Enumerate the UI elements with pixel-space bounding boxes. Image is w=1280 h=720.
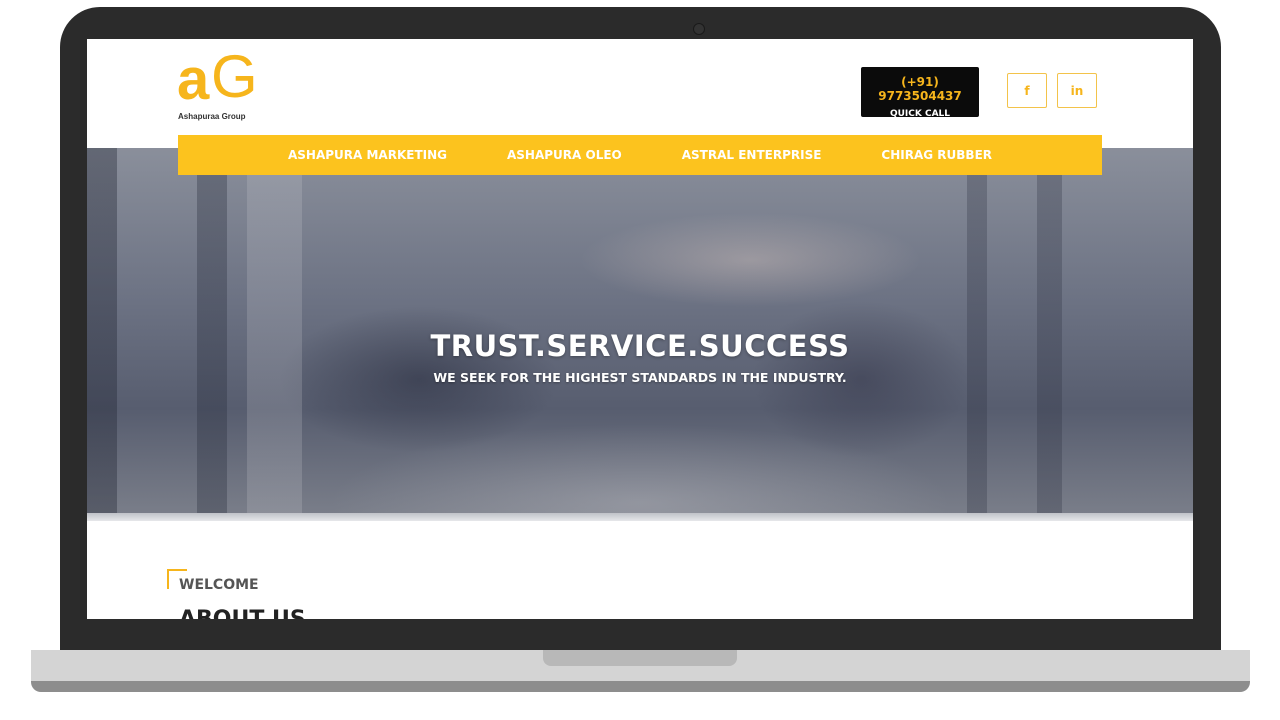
about-heading: ABOUT US	[179, 607, 306, 619]
nav-item-astral-enterprise[interactable]: ASTRAL ENTERPRISE	[652, 148, 852, 162]
hero-title: TRUST.SERVICE.SUCCESS	[430, 329, 850, 363]
website-screen: a G Ashapuraa Group (+91) 9773504437 QUI…	[87, 39, 1193, 619]
ashapuraa-logo[interactable]: a G Ashapuraa Group	[177, 47, 267, 125]
logo-mark-g: G	[211, 43, 258, 110]
hero-subtitle: WE SEEK FOR THE HIGHEST STANDARDS IN THE…	[433, 370, 847, 385]
quick-call-button[interactable]: (+91) 9773504437 QUICK CALL	[861, 67, 979, 119]
nav-item-chirag-rubber[interactable]: CHIRAG RUBBER	[851, 148, 1022, 162]
laptop-base-edge	[31, 681, 1250, 692]
quick-call-label: QUICK CALL	[889, 109, 951, 119]
laptop-notch	[543, 650, 737, 666]
quick-call-phone: (+91) 9773504437	[878, 75, 962, 103]
main-nav: ASHAPURA MARKETING ASHAPURA OLEO ASTRAL …	[178, 135, 1102, 175]
welcome-label: WELCOME	[179, 577, 259, 593]
logo-mark-a: a	[177, 47, 209, 112]
nav-item-ashapura-marketing[interactable]: ASHAPURA MARKETING	[258, 148, 477, 162]
facebook-icon[interactable]: f	[1007, 73, 1047, 108]
camera-icon	[693, 23, 705, 35]
logo-text: Ashapuraa Group	[178, 112, 246, 121]
linkedin-icon[interactable]: in	[1057, 73, 1097, 108]
nav-item-ashapura-oleo[interactable]: ASHAPURA OLEO	[477, 148, 652, 162]
